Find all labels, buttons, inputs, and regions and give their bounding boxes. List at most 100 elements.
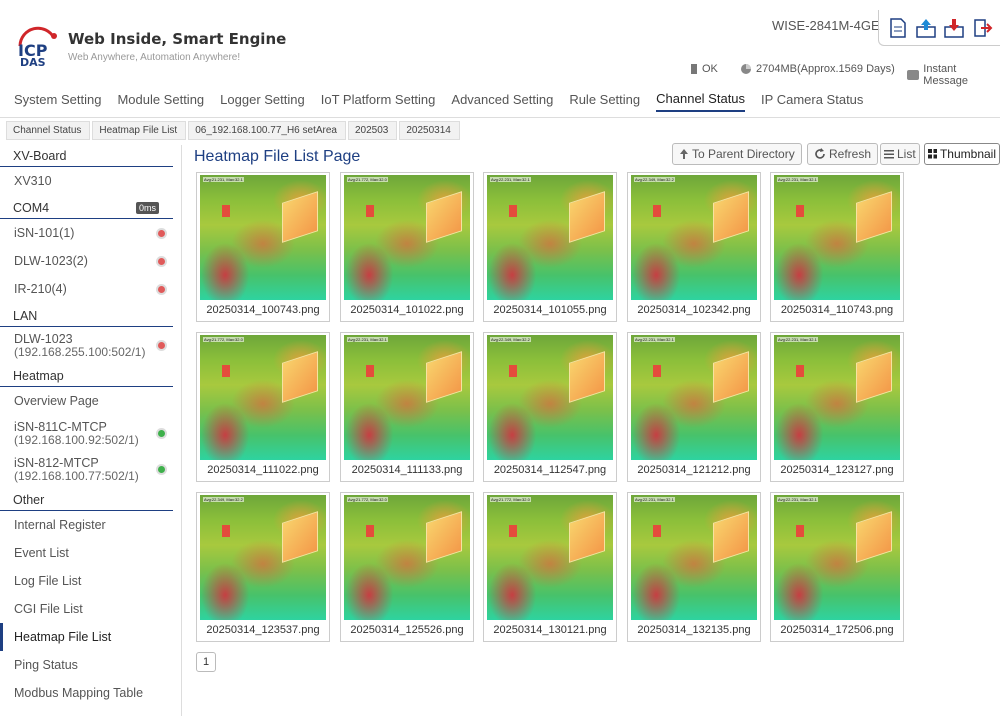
heatmap-thumbnail[interactable]: Avg:22.231, Max:32.1 20250314_121212.png [627,332,761,482]
sidebar-item-label: Ping Status [14,658,78,672]
heatmap-image[interactable]: Avg:21.231, Max:32.1 [200,175,326,300]
sidebar-item-heatmap-file-list[interactable]: Heatmap File List [0,623,181,651]
heatmap-image[interactable]: Avg:22.231, Max:32.1 [774,335,900,460]
sidebar-item-log-file-list[interactable]: Log File List [0,567,181,595]
nav-advanced-setting[interactable]: Advanced Setting [451,88,553,111]
heatmap-image[interactable]: Avg:21.772, Max:32.0 [344,495,470,620]
sidebar-section-com4: COM4 0ms [0,197,173,219]
file-name[interactable]: 20250314_123127.png [773,464,901,476]
heatmap-image[interactable]: Avg:22.349, Max:32.2 [631,175,757,300]
logout-icon[interactable] [971,17,993,39]
heatmap-thumbnail[interactable]: Avg:22.231, Max:32.1 20250314_172506.png [770,492,904,642]
sidebar-item-cgi-file-list[interactable]: CGI File List [0,595,181,623]
heatmap-image[interactable]: Avg:21.772, Max:32.0 [487,495,613,620]
heatmap-thumbnail[interactable]: Avg:22.349, Max:32.2 20250314_123537.png [196,492,330,642]
file-name[interactable]: 20250314_111022.png [199,464,327,476]
file-name[interactable]: 20250314_172506.png [773,624,901,636]
page-title: Heatmap File List Page [194,148,361,165]
breadcrumb-item[interactable]: Heatmap File List [92,120,187,140]
sidebar-item-ir-210-4[interactable]: IR-210(4) [0,275,181,303]
heatmap-image[interactable]: Avg:22.349, Max:32.2 [200,495,326,620]
heatmap-stats: Avg:22.231, Max:32.1 [634,497,675,502]
file-name[interactable]: 20250314_100743.png [199,304,327,316]
heatmap-thumbnail[interactable]: Avg:22.231, Max:32.1 20250314_111133.png [340,332,474,482]
nav-iot-platform-setting[interactable]: IoT Platform Setting [321,88,436,111]
breadcrumb: Channel Status Heatmap File List 06_192.… [6,120,462,140]
download-icon[interactable] [943,17,965,39]
heatmap-thumbnail[interactable]: Avg:21.231, Max:32.1 20250314_100743.png [196,172,330,322]
heatmap-thumbnail[interactable]: Avg:22.231, Max:32.1 20250314_123127.png [770,332,904,482]
heatmap-stats: Avg:22.231, Max:32.1 [634,337,675,342]
breadcrumb-item[interactable]: 06_192.168.100.77_H6 setArea [188,120,346,140]
heatmap-stats: Avg:21.231, Max:32.1 [203,177,244,182]
sidebar-section-xv-board: XV-Board [0,145,173,167]
heat-spot [796,525,804,537]
status-dot-green [156,427,167,439]
heatmap-image[interactable]: Avg:22.231, Max:32.1 [344,335,470,460]
sidebar-item-event-list[interactable]: Event List [0,539,181,567]
breadcrumb-item[interactable]: 20250314 [399,120,460,140]
nav-ip-camera-status[interactable]: IP Camera Status [761,88,863,111]
file-name[interactable]: 20250314_123537.png [199,624,327,636]
sidebar-item-ping-status[interactable]: Ping Status [0,651,181,679]
sidebar-item-isn-101-1[interactable]: iSN-101(1) [0,219,181,247]
heatmap-stats: Avg:22.231, Max:32.1 [777,337,818,342]
heatmap-thumbnail[interactable]: Avg:21.772, Max:32.0 20250314_130121.png [483,492,617,642]
sidebar-item-label: iSN-811C-MTCP [14,419,107,434]
page-button[interactable]: 1 [196,652,216,672]
sidebar-item-isn-811c-mtcp[interactable]: iSN-811C-MTCP (192.168.100.92:502/1) [0,415,181,451]
sidebar-item-xv310[interactable]: XV310 [0,167,181,195]
heatmap-stats: Avg:21.772, Max:32.0 [203,337,244,342]
sidebar-item-isn-812-mtcp[interactable]: iSN-812-MTCP (192.168.100.77:502/1) [0,451,181,487]
nav-system-setting[interactable]: System Setting [14,88,101,111]
file-icon[interactable] [887,17,909,39]
heatmap-thumbnail[interactable]: Avg:22.231, Max:32.1 20250314_101055.png [483,172,617,322]
heat-panel [713,191,749,243]
heat-spot [366,365,374,377]
heatmap-thumbnail[interactable]: Avg:22.349, Max:32.2 20250314_112547.png [483,332,617,482]
breadcrumb-item[interactable]: Channel Status [6,120,91,140]
to-parent-directory-button[interactable]: To Parent Directory [672,143,802,165]
sidebar-item-modbus-mapping-table[interactable]: Modbus Mapping Table [0,679,181,707]
heatmap-thumbnail[interactable]: Avg:21.772, Max:32.0 20250314_125526.png [340,492,474,642]
sidebar-item-dlw-1023-2[interactable]: DLW-1023(2) [0,247,181,275]
file-name[interactable]: 20250314_125526.png [343,624,471,636]
nav-channel-status[interactable]: Channel Status [656,87,746,112]
sidebar-item-internal-register[interactable]: Internal Register [0,511,181,539]
heatmap-thumbnail[interactable]: Avg:21.772, Max:32.0 20250314_101022.png [340,172,474,322]
heatmap-image[interactable]: Avg:22.231, Max:32.1 [774,495,900,620]
heatmap-image[interactable]: Avg:21.772, Max:32.0 [344,175,470,300]
file-name[interactable]: 20250314_101022.png [343,304,471,316]
file-name[interactable]: 20250314_110743.png [773,304,901,316]
file-name[interactable]: 20250314_102342.png [630,304,758,316]
sidebar-item-dlw-1023[interactable]: DLW-1023 (192.168.255.100:502/1) [0,327,181,363]
file-name[interactable]: 20250314_112547.png [486,464,614,476]
nav-logger-setting[interactable]: Logger Setting [220,88,305,111]
file-name[interactable]: 20250314_121212.png [630,464,758,476]
heatmap-image[interactable]: Avg:22.349, Max:32.2 [487,335,613,460]
nav-rule-setting[interactable]: Rule Setting [569,88,640,111]
heat-panel [282,191,318,243]
heatmap-thumbnail[interactable]: Avg:22.231, Max:32.1 20250314_110743.png [770,172,904,322]
file-name[interactable]: 20250314_111133.png [343,464,471,476]
file-name[interactable]: 20250314_101055.png [486,304,614,316]
breadcrumb-item[interactable]: 202503 [348,120,398,140]
heatmap-thumbnail[interactable]: Avg:22.349, Max:32.2 20250314_102342.png [627,172,761,322]
sidebar-item-overview-page[interactable]: Overview Page [0,387,181,415]
header-toolbar [878,10,1000,46]
upload-icon[interactable] [915,17,937,39]
heatmap-image[interactable]: Avg:22.231, Max:32.1 [487,175,613,300]
heat-panel [856,351,892,403]
file-name[interactable]: 20250314_132135.png [630,624,758,636]
list-view-button[interactable]: List [880,143,920,165]
nav-module-setting[interactable]: Module Setting [117,88,204,111]
heatmap-thumbnail[interactable]: Avg:22.231, Max:32.1 20250314_132135.png [627,492,761,642]
heatmap-image[interactable]: Avg:21.772, Max:32.0 [200,335,326,460]
heatmap-image[interactable]: Avg:22.231, Max:32.1 [631,335,757,460]
file-name[interactable]: 20250314_130121.png [486,624,614,636]
thumbnail-view-button[interactable]: Thumbnail [924,143,1000,165]
heatmap-thumbnail[interactable]: Avg:21.772, Max:32.0 20250314_111022.png [196,332,330,482]
heatmap-image[interactable]: Avg:22.231, Max:32.1 [774,175,900,300]
heatmap-image[interactable]: Avg:22.231, Max:32.1 [631,495,757,620]
refresh-button[interactable]: Refresh [807,143,879,165]
